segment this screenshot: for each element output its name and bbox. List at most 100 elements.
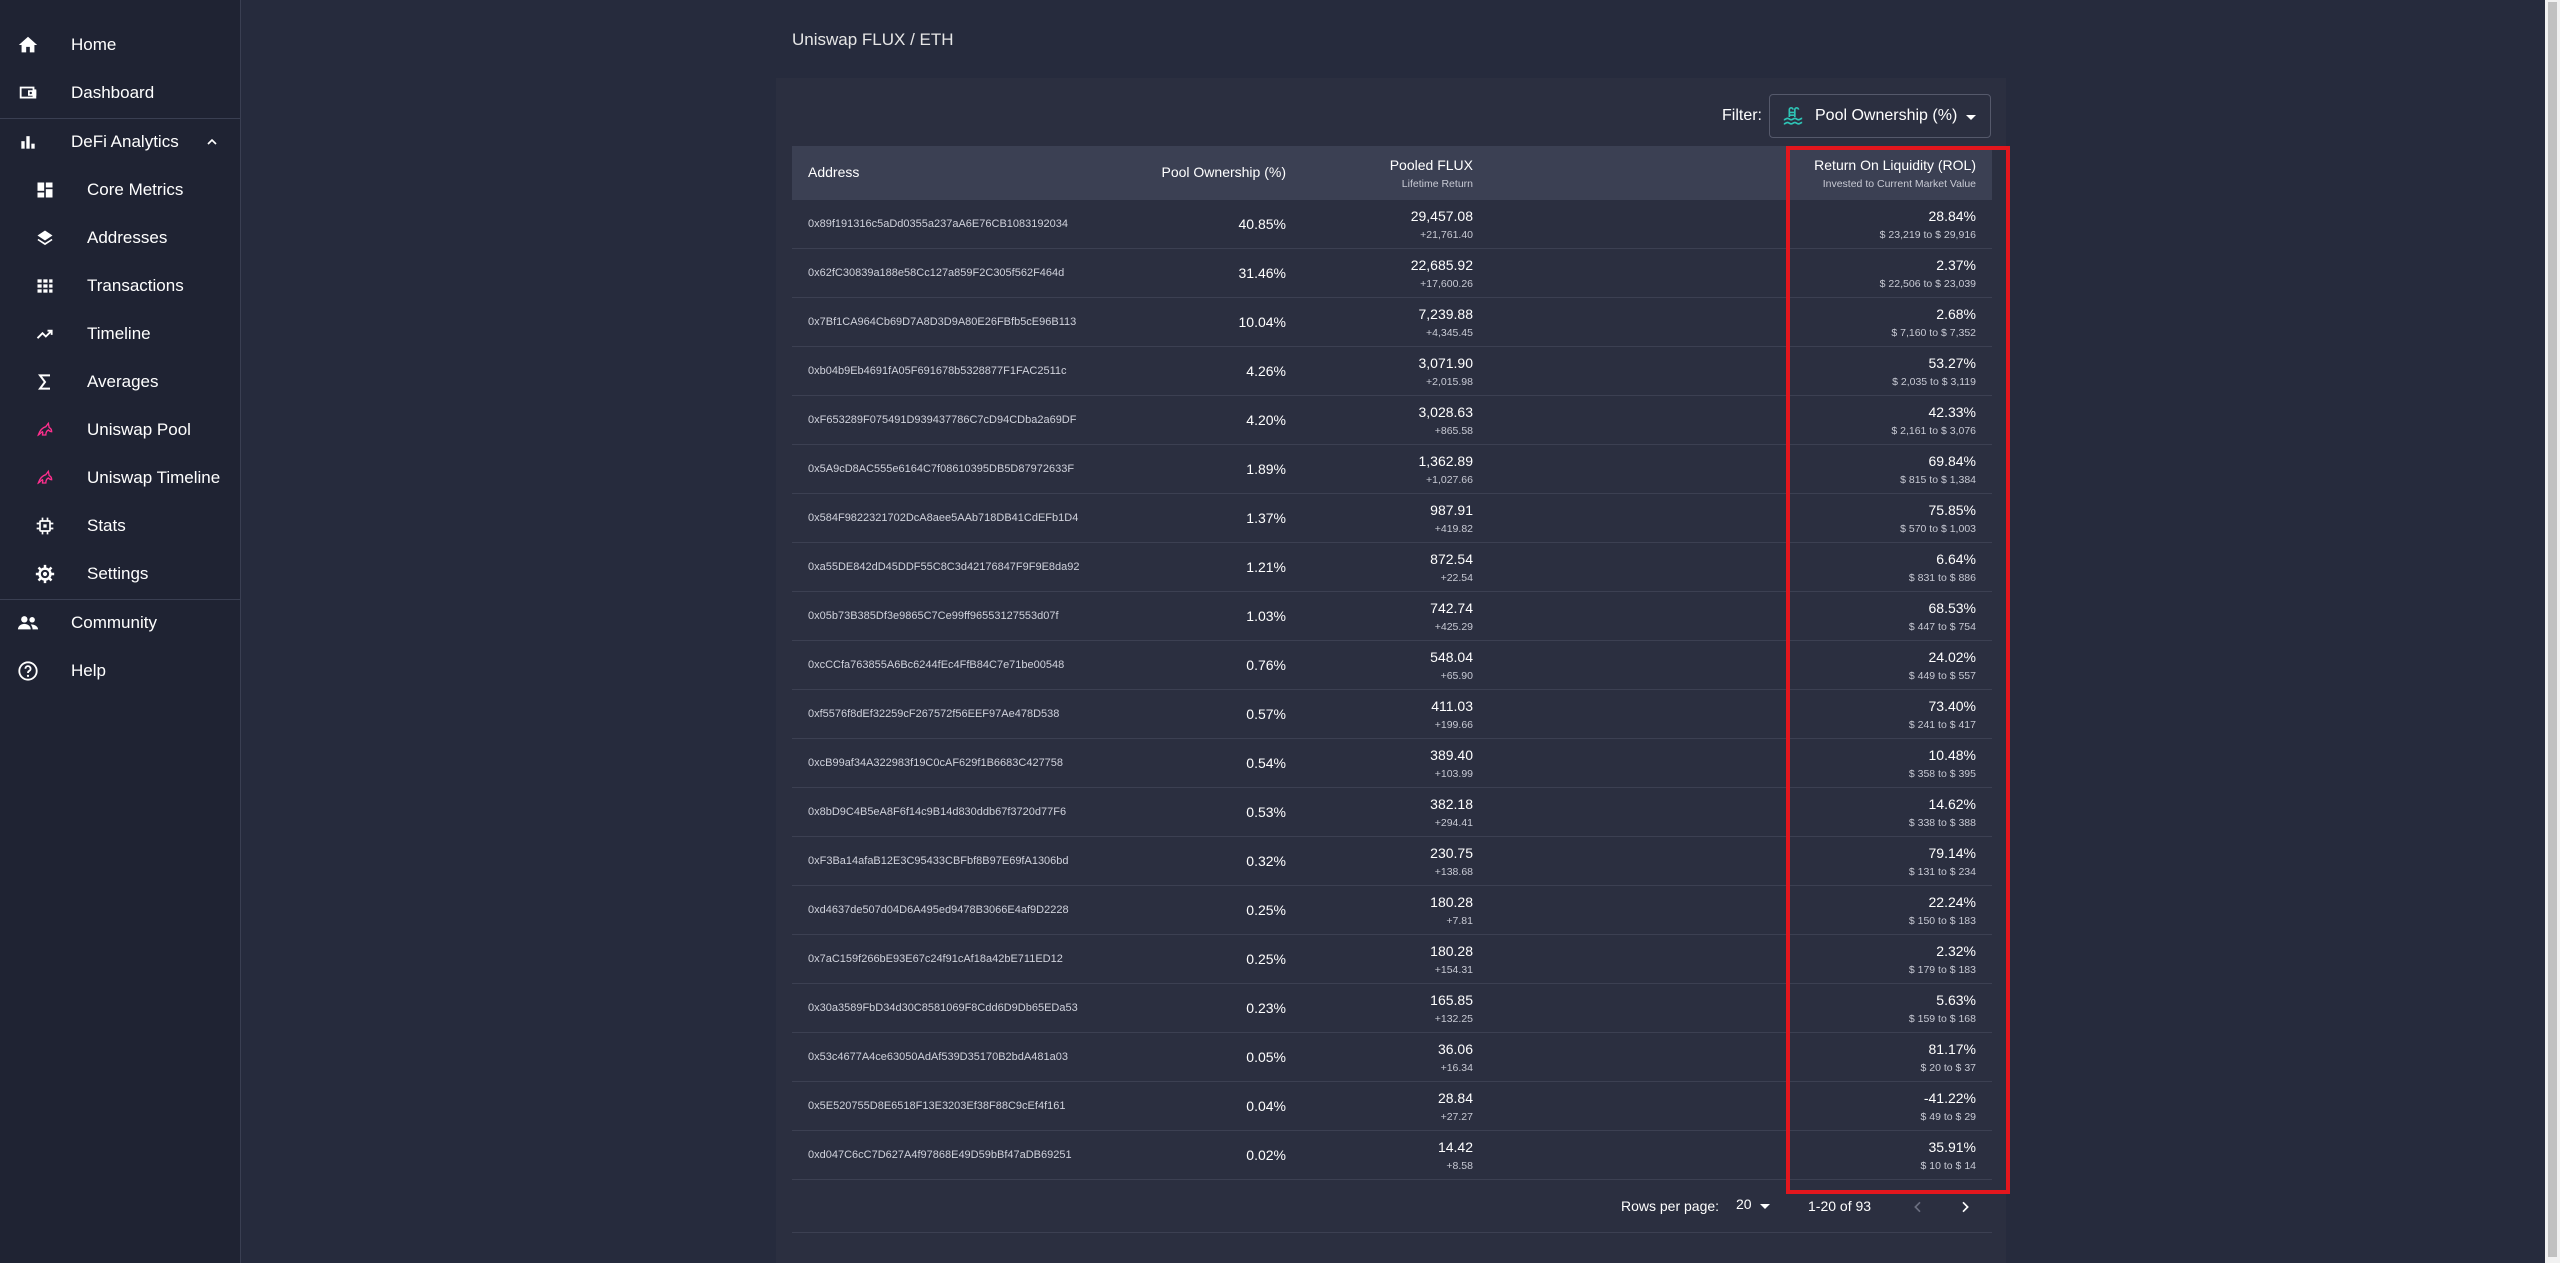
unicorn-icon [33, 466, 57, 490]
sidebar-item-transactions[interactable]: Transactions [0, 262, 240, 310]
pool-ownership-cell: 0.25% [1246, 902, 1286, 918]
address-cell[interactable]: 0x30a3589FbD34d30C8581069F8Cdd6D9Db65EDa… [808, 1002, 1078, 1014]
pooled-flux-cell: 14.42 [1437, 1139, 1473, 1155]
pooled-flux-cell: 548.04 [1430, 649, 1473, 665]
pooled-flux-cell: 382.18 [1430, 796, 1473, 812]
sidebar-item-label: Transactions [87, 276, 184, 295]
lifetime-return-cell: +132.25 [1434, 1013, 1473, 1025]
pagination-range: 1-20 of 93 [1808, 1198, 1872, 1214]
pooled-flux-cell: 3,071.90 [1418, 355, 1474, 371]
sidebar-item-community[interactable]: Community [0, 599, 240, 647]
pool-ownership-cell: 0.05% [1246, 1049, 1286, 1065]
column-header-pool-ownership[interactable]: Pool Ownership (%) [1162, 164, 1287, 180]
unicorn-icon [33, 418, 57, 442]
sidebar-item-label: Timeline [87, 324, 151, 343]
wallet-icon [16, 81, 40, 105]
lifetime-return-cell: +154.31 [1434, 964, 1473, 976]
lifetime-return-cell: +7.81 [1446, 915, 1473, 927]
address-cell[interactable]: 0x5A9cD8AC555e6164C7f08610395DB5D8797263… [808, 463, 1074, 475]
lifetime-return-cell: +17,600.26 [1420, 278, 1473, 290]
pool-ownership-cell: 0.57% [1246, 706, 1286, 722]
sidebar-item-addresses[interactable]: Addresses [0, 214, 240, 262]
sidebar-item-core-metrics[interactable]: Core Metrics [0, 166, 240, 214]
dropdown-arrow-icon [1760, 1204, 1770, 1209]
address-cell[interactable]: 0x7Bf1CA964Cb69D7A8D3D9A80E26FBfb5cE96B1… [808, 316, 1076, 328]
address-cell[interactable]: 0xF3Ba14afaB12E3C95433CBFbf8B97E69fA1306… [808, 855, 1069, 867]
address-cell[interactable]: 0xd047C6cC7D627A4f97868E49D59bBf47aDB692… [808, 1149, 1072, 1161]
pool-ownership-cell: 0.02% [1246, 1147, 1286, 1163]
address-cell[interactable]: 0xd4637de507d04D6A495ed9478B3066E4af9D22… [808, 904, 1069, 916]
previous-page-button[interactable] [1905, 1194, 1931, 1220]
pool-ownership-cell: 1.21% [1246, 559, 1286, 575]
lifetime-return-cell: +425.29 [1434, 621, 1473, 633]
sidebar-item-label: Community [71, 613, 157, 632]
sidebar-item-averages[interactable]: Averages [0, 358, 240, 406]
pooled-flux-cell: 7,239.88 [1418, 306, 1474, 322]
pool-ownership-cell: 10.04% [1238, 314, 1286, 330]
pool-ownership-cell: 40.85% [1238, 216, 1286, 232]
filter-label: Filter: [1722, 107, 1762, 124]
chevron-left-icon [1914, 1201, 1921, 1213]
scrollbar-thumb[interactable] [2548, 2, 2557, 1257]
pooled-flux-cell: 36.06 [1437, 1041, 1473, 1057]
sidebar-item-settings[interactable]: Settings [0, 550, 240, 598]
gear-icon [33, 562, 57, 586]
address-cell[interactable]: 0x7aC159f266bE93E67c24f91cAf18a42bE711ED… [808, 953, 1063, 965]
address-cell[interactable]: 0xf5576f8dEf32259cF267572f56EEF97Ae478D5… [808, 708, 1059, 720]
help-circle-icon [16, 659, 40, 683]
rol-column-highlight [1786, 146, 2010, 1194]
address-cell[interactable]: 0xb04b9Eb4691fA05F691678b5328877F1FAC251… [808, 365, 1067, 377]
pooled-flux-cell: 165.85 [1430, 992, 1473, 1008]
lifetime-return-cell: +65.90 [1440, 670, 1473, 682]
lifetime-return-cell: +138.68 [1434, 866, 1473, 878]
chip-icon [33, 514, 57, 538]
sidebar-item-stats[interactable]: Stats [0, 502, 240, 550]
sidebar: Home Dashboard DeFi Analytics Core Metri… [0, 0, 241, 1263]
address-cell[interactable]: 0xcCCfa763855A6Bc6244fEc4FfB84C7e71be005… [808, 659, 1064, 671]
column-header-pooled-flux[interactable]: Pooled FLUX [1390, 157, 1473, 173]
filter-selected-value: Pool Ownership (%) [1815, 107, 1958, 124]
column-header-address[interactable]: Address [808, 164, 859, 180]
lifetime-return-cell: +2,015.98 [1425, 376, 1473, 388]
sidebar-item-defi-analytics[interactable]: DeFi Analytics [0, 118, 240, 166]
rows-per-page-label: Rows per page: [1621, 1198, 1720, 1214]
rows-per-page-select[interactable]: 20 [1736, 1196, 1772, 1218]
pooled-flux-cell: 3,028.63 [1418, 404, 1474, 420]
next-page-button[interactable] [1952, 1194, 1978, 1220]
pool-ownership-cell: 4.20% [1246, 412, 1286, 428]
address-cell[interactable]: 0xa55DE842dD45DDF55C8C3d42176847F9F9E8da… [808, 561, 1080, 573]
sidebar-item-label: Home [71, 35, 117, 54]
sidebar-item-uniswap-pool[interactable]: Uniswap Pool [0, 406, 240, 454]
people-icon [16, 611, 40, 635]
sidebar-item-uniswap-timeline[interactable]: Uniswap Timeline [0, 454, 240, 502]
pool-ownership-cell: 0.54% [1246, 755, 1286, 771]
bar-chart-icon [16, 130, 40, 154]
filter-select[interactable]: Pool Ownership (%) [1769, 94, 1991, 138]
address-cell[interactable]: 0x5E520755D8E6518F13E3203Ef38F88C9cEf4f1… [808, 1100, 1065, 1112]
address-cell[interactable]: 0xcB99af34A322983f19C0cAF629f1B6683C4277… [808, 757, 1063, 769]
address-cell[interactable]: 0xF653289F075491D939437786C7cD94CDba2a69… [808, 414, 1076, 426]
lifetime-return-cell: +419.82 [1434, 523, 1473, 535]
pool-ownership-cell: 31.46% [1238, 265, 1286, 281]
lifetime-return-cell: +8.58 [1446, 1160, 1473, 1172]
sidebar-item-label: Help [71, 661, 106, 680]
address-cell[interactable]: 0x53c4677A4ce63050AdAf539D35170B2bdA481a… [808, 1051, 1068, 1063]
address-cell[interactable]: 0x05b73B385Df3e9865C7Ce99ff96553127553d0… [808, 610, 1059, 622]
pooled-flux-cell: 230.75 [1430, 845, 1473, 861]
address-cell[interactable]: 0x62fC30839a188e58Cc127a859F2C305f562F46… [808, 267, 1064, 279]
lifetime-return-cell: +1,027.66 [1425, 474, 1473, 486]
sidebar-item-dashboard[interactable]: Dashboard [0, 69, 240, 117]
lifetime-return-cell: +103.99 [1434, 768, 1473, 780]
address-cell[interactable]: 0x8bD9C4B5eA8F6f14c9B14d830ddb67f3720d77… [808, 806, 1066, 818]
lifetime-return-cell: +22.54 [1440, 572, 1473, 584]
address-cell[interactable]: 0x89f191316c5aDd0355a237aA6E76CB10831920… [808, 218, 1068, 230]
pooled-flux-cell: 389.40 [1430, 747, 1473, 763]
sidebar-item-help[interactable]: Help [0, 647, 240, 695]
address-cell[interactable]: 0x584F9822321702DcA8aee5AAb718DB41CdEFb1… [808, 512, 1078, 524]
sidebar-item-home[interactable]: Home [0, 21, 240, 69]
lifetime-return-cell: +21,761.40 [1420, 229, 1473, 241]
chevron-up-icon[interactable] [202, 132, 222, 152]
sidebar-item-timeline[interactable]: Timeline [0, 310, 240, 358]
pooled-flux-cell: 987.91 [1430, 502, 1473, 518]
dropdown-arrow-icon [1966, 115, 1976, 120]
